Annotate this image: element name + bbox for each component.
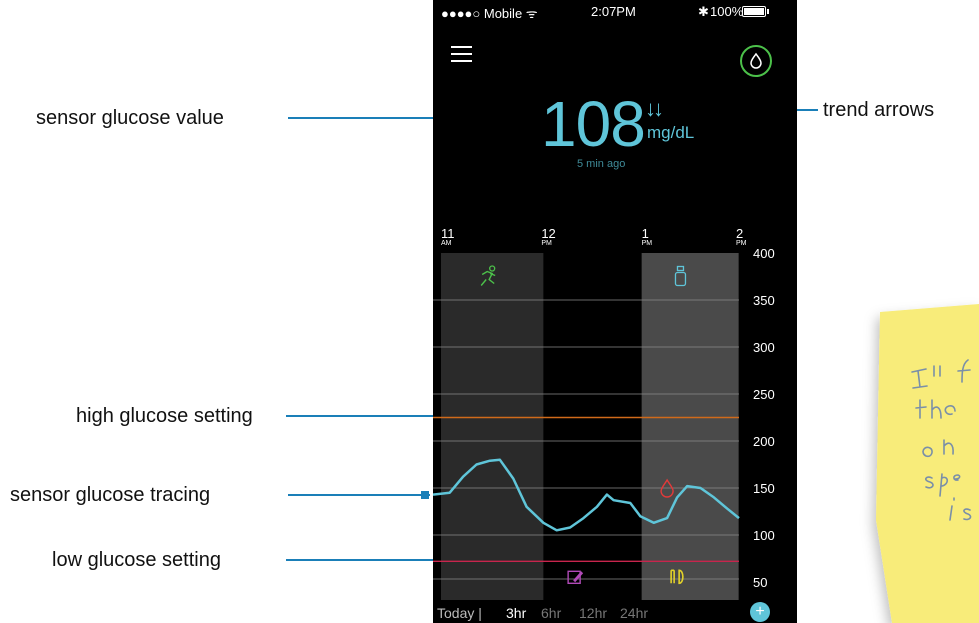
blood-drop-icon[interactable] — [740, 45, 772, 77]
battery-percent: 100% — [710, 4, 744, 19]
trend-arrows-icon: ↓↓ — [645, 96, 664, 121]
sticky-note-handwriting — [911, 359, 972, 521]
time-tick-hour: 2 — [735, 226, 744, 241]
status-time: 2:07PM — [591, 4, 636, 19]
time-tick-hour: 1 — [641, 226, 649, 241]
note-icon[interactable] — [567, 570, 584, 584]
leader-sensor-glucose-tracing — [288, 494, 430, 496]
label-high-glucose-setting: high glucose setting — [76, 405, 253, 427]
range-today-label[interactable]: Today | — [437, 605, 482, 621]
y-tick-350: 350 — [753, 293, 775, 308]
range-option-3hr[interactable]: 3hr — [506, 605, 526, 621]
status-bar: ●●●●○ Mobile ᯤ 2:07PM ✱ 100% — [433, 0, 797, 22]
glucose-chart: 50 100 150 200 250 300 350 400 — [433, 246, 775, 600]
glucose-unit: mg/dL — [647, 123, 695, 142]
y-tick-50: 50 — [753, 575, 767, 590]
time-tick-hour: 12 — [541, 226, 556, 241]
label-low-glucose-setting: low glucose setting — [52, 549, 221, 571]
reading-age: 5 min ago — [577, 158, 626, 170]
leader-high-glucose-setting — [286, 415, 433, 417]
range-option-12hr[interactable]: 12hr — [579, 605, 607, 621]
shaded-band-0 — [441, 253, 544, 600]
label-trend-arrows: trend arrows — [823, 99, 935, 121]
range-selector: Today | 3hr 6hr 12hr 24hr — [433, 600, 797, 623]
y-tick-100: 100 — [753, 528, 775, 543]
sensor-glucose-value: 108 — [541, 88, 646, 160]
label-sensor-glucose-tracing: sensor glucose tracing — [10, 484, 211, 506]
y-tick-150: 150 — [753, 481, 775, 496]
label-sensor-glucose-value: sensor glucose value — [36, 107, 224, 129]
carrier-signal: ●●●●○ Mobile ᯤ — [441, 6, 538, 21]
y-tick-300: 300 — [753, 340, 775, 355]
range-option-6hr[interactable]: 6hr — [541, 605, 561, 621]
leader-low-glucose-setting — [286, 559, 433, 561]
add-event-button[interactable]: + — [750, 602, 770, 622]
bluetooth-icon: ✱ — [698, 4, 709, 19]
time-tick-hour: 11 — [441, 226, 455, 241]
leader-dot-tracing — [421, 491, 429, 499]
range-option-24hr[interactable]: 24hr — [620, 605, 648, 621]
y-tick-250: 250 — [753, 387, 775, 402]
phone-screen: ●●●●○ Mobile ᯤ 2:07PM ✱ 100% 108 ↓↓ mg/d… — [433, 0, 797, 623]
y-tick-400: 400 — [753, 246, 775, 261]
shaded-band-1 — [641, 253, 739, 600]
y-tick-200: 200 — [753, 434, 775, 449]
battery-icon — [742, 6, 769, 17]
hamburger-menu-icon[interactable] — [451, 46, 472, 62]
